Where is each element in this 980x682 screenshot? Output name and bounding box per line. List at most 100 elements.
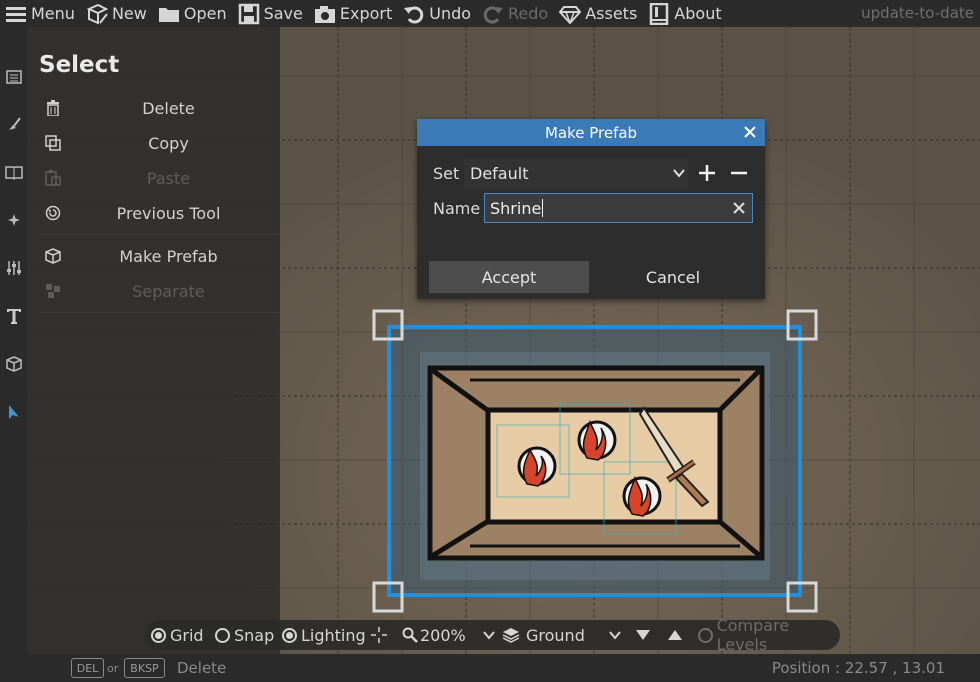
snap-toggle[interactable]: Snap [215, 620, 274, 650]
about-label: About [674, 4, 722, 23]
grid-label: Grid [170, 625, 204, 645]
close-icon[interactable] [741, 123, 759, 141]
undo-icon [403, 3, 425, 25]
previous-tool-action[interactable]: Previous Tool [27, 197, 280, 229]
backspace-keycap: BKSP [124, 658, 165, 678]
materials-book-icon[interactable] [3, 161, 25, 183]
prefab-name-input[interactable]: Shrine [484, 193, 753, 223]
trace-icon[interactable] [3, 66, 25, 88]
panel-title: Select [39, 52, 120, 78]
text-caret [542, 199, 544, 217]
shrine-structure[interactable] [427, 365, 765, 561]
update-status[interactable]: update-to-date [861, 4, 974, 22]
delete-label: Delete [142, 98, 195, 118]
chevron-down-icon [482, 631, 495, 640]
previous-tool-label: Previous Tool [116, 203, 221, 223]
triangle-down-icon [636, 630, 650, 640]
name-label: Name [433, 199, 481, 218]
clear-icon[interactable] [730, 199, 748, 217]
separate-action[interactable]: Separate [27, 275, 280, 307]
about-button[interactable]: About [643, 0, 727, 27]
assets-button[interactable]: Assets [554, 0, 643, 27]
zoom-dropdown[interactable]: 200% [402, 620, 495, 650]
terrain-brush-icon[interactable] [3, 113, 25, 135]
separate-icon [44, 282, 62, 300]
crosshair-icon [371, 627, 387, 643]
floppy-icon [238, 3, 260, 25]
paste-label: Paste [146, 168, 191, 188]
cursor-position: Position : 22.57 , 13.01 [771, 659, 945, 677]
accept-button[interactable]: Accept [429, 261, 589, 293]
tool-strip [0, 27, 27, 654]
previous-tool-icon [44, 204, 62, 222]
triangle-up-icon [668, 630, 682, 640]
open-button[interactable]: Open [153, 0, 233, 27]
make-prefab-label: Make Prefab [119, 246, 218, 266]
prefab-icon [44, 247, 62, 265]
select-arrow-icon[interactable] [0, 391, 27, 433]
assets-label: Assets [585, 4, 638, 23]
paste-action[interactable]: Paste [27, 162, 280, 194]
select-panel: Select Delete Copy Paste Previous Tool M… [27, 27, 280, 654]
save-label: Save [263, 4, 303, 23]
copy-action[interactable]: Copy [27, 127, 280, 159]
export-button[interactable]: Export [309, 0, 398, 27]
grid-toggle[interactable]: Grid [151, 620, 204, 650]
separate-label: Separate [132, 281, 205, 301]
panel-divider [39, 312, 279, 313]
magnifier-icon [402, 627, 418, 643]
effects-sparkle-icon[interactable] [3, 209, 25, 231]
hamburger-icon [5, 3, 27, 25]
candle-2[interactable] [577, 419, 617, 461]
compare-levels-label: Compare Levels [716, 616, 790, 654]
panel-divider [39, 234, 279, 235]
undo-button[interactable]: Undo [398, 0, 477, 27]
layer-up-button[interactable] [667, 620, 683, 650]
chevron-down-icon [672, 166, 686, 180]
candle-1[interactable] [517, 446, 557, 487]
layer-value: Ground [526, 625, 585, 645]
book-icon [648, 2, 670, 25]
cancel-button[interactable]: Cancel [593, 261, 753, 293]
set-label: Set [433, 164, 460, 183]
add-set-button[interactable] [696, 162, 718, 184]
top-menu-bar: Menu New Open Save Export Undo Redo Asse… [0, 0, 980, 27]
make-prefab-action[interactable]: Make Prefab [27, 240, 280, 272]
new-map-icon [86, 3, 108, 25]
redo-label: Redo [508, 4, 549, 23]
lighting-label: Lighting [301, 625, 366, 645]
folder-icon [158, 3, 180, 25]
snap-radio [215, 627, 230, 643]
candle-3[interactable] [622, 475, 662, 517]
bottom-toolbar: Grid Snap Lighting 200% Ground Compare L… [145, 616, 840, 654]
minus-icon [731, 171, 747, 175]
paste-icon [44, 169, 62, 187]
new-button[interactable]: New [81, 0, 153, 27]
dialog-titlebar[interactable]: Make Prefab [417, 119, 765, 146]
chevron-down-icon [609, 631, 621, 640]
delete-action[interactable]: Delete [27, 92, 280, 124]
gem-icon [559, 3, 582, 25]
export-label: Export [339, 4, 393, 23]
sliders-icon[interactable] [3, 257, 25, 279]
remove-set-button[interactable] [728, 162, 750, 184]
snap-label: Snap [234, 625, 275, 645]
compare-levels-radio [698, 627, 713, 643]
open-label: Open [183, 4, 227, 23]
menu-button[interactable]: Menu [0, 0, 81, 27]
center-view-button[interactable] [371, 620, 387, 650]
text-tool-icon[interactable] [3, 305, 25, 327]
prefab-box-icon[interactable] [3, 353, 25, 375]
grid-radio [151, 627, 166, 643]
lighting-toggle[interactable]: Lighting [282, 620, 366, 650]
set-dropdown[interactable]: Default [464, 158, 688, 188]
status-bar: DEL or BKSP Delete Position : 22.57 , 13… [0, 654, 980, 682]
redo-button[interactable]: Redo [477, 0, 554, 27]
compare-levels-toggle[interactable]: Compare Levels [698, 616, 840, 654]
undo-label: Undo [429, 4, 472, 23]
layer-down-button[interactable] [635, 620, 651, 650]
redo-icon [482, 3, 504, 25]
delete-hint: Delete [177, 659, 227, 677]
layer-dropdown[interactable]: Ground [502, 620, 621, 650]
save-button[interactable]: Save [233, 0, 309, 27]
